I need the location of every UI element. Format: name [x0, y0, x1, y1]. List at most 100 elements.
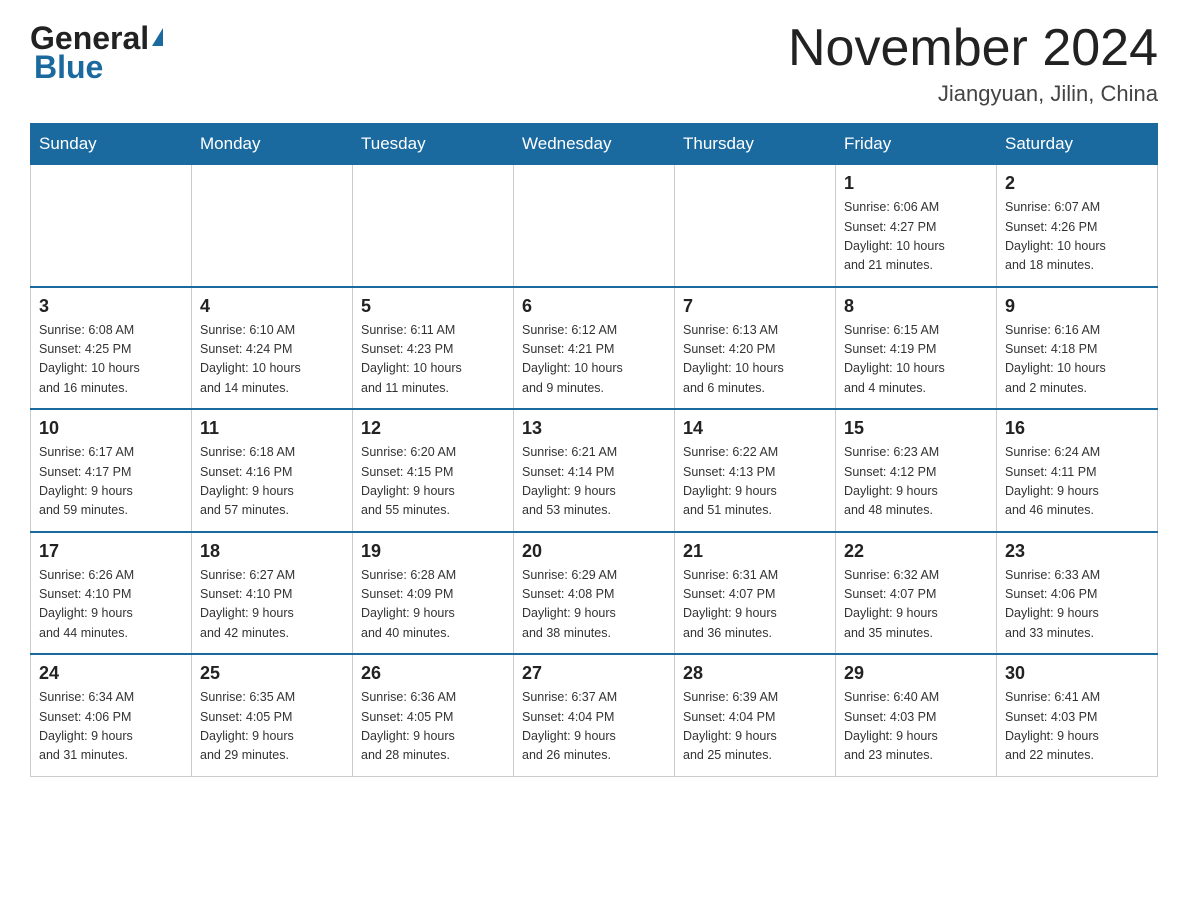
- calendar-cell: 11 Sunrise: 6:18 AMSunset: 4:16 PMDayligh…: [192, 409, 353, 532]
- calendar-cell: 21 Sunrise: 6:31 AMSunset: 4:07 PMDayligh…: [675, 532, 836, 655]
- weekday-header: Tuesday: [353, 124, 514, 165]
- calendar-cell: 24 Sunrise: 6:34 AMSunset: 4:06 PMDayligh…: [31, 654, 192, 776]
- day-info: Sunrise: 6:16 AMSunset: 4:18 PMDaylight:…: [1005, 321, 1149, 399]
- day-number: 12: [361, 418, 505, 439]
- calendar-cell: 22 Sunrise: 6:32 AMSunset: 4:07 PMDayligh…: [836, 532, 997, 655]
- day-number: 9: [1005, 296, 1149, 317]
- calendar-cell: 15 Sunrise: 6:23 AMSunset: 4:12 PMDayligh…: [836, 409, 997, 532]
- day-info: Sunrise: 6:28 AMSunset: 4:09 PMDaylight:…: [361, 566, 505, 644]
- calendar-cell: 13 Sunrise: 6:21 AMSunset: 4:14 PMDayligh…: [514, 409, 675, 532]
- day-number: 2: [1005, 173, 1149, 194]
- day-number: 11: [200, 418, 344, 439]
- day-number: 15: [844, 418, 988, 439]
- calendar-cell: 23 Sunrise: 6:33 AMSunset: 4:06 PMDayligh…: [997, 532, 1158, 655]
- day-number: 4: [200, 296, 344, 317]
- weekday-header: Monday: [192, 124, 353, 165]
- day-number: 19: [361, 541, 505, 562]
- day-number: 28: [683, 663, 827, 684]
- calendar-cell: 25Sunrise: 6:35 AMSunset: 4:05 PMDayligh…: [192, 654, 353, 776]
- day-info: Sunrise: 6:23 AMSunset: 4:12 PMDaylight:…: [844, 443, 988, 521]
- weekday-header: Sunday: [31, 124, 192, 165]
- calendar-cell: 10 Sunrise: 6:17 AMSunset: 4:17 PMDayligh…: [31, 409, 192, 532]
- location-subtitle: Jiangyuan, Jilin, China: [788, 81, 1158, 107]
- day-number: 23: [1005, 541, 1149, 562]
- day-info: Sunrise: 6:33 AMSunset: 4:06 PMDaylight:…: [1005, 566, 1149, 644]
- calendar-cell: 2Sunrise: 6:07 AMSunset: 4:26 PMDaylight…: [997, 165, 1158, 287]
- calendar-cell: 16Sunrise: 6:24 AMSunset: 4:11 PMDayligh…: [997, 409, 1158, 532]
- header: General Blue November 2024 Jiangyuan, Ji…: [30, 20, 1158, 107]
- day-number: 27: [522, 663, 666, 684]
- day-info: Sunrise: 6:08 AMSunset: 4:25 PMDaylight:…: [39, 321, 183, 399]
- calendar-cell: 20 Sunrise: 6:29 AMSunset: 4:08 PMDayligh…: [514, 532, 675, 655]
- calendar-cell: [514, 165, 675, 287]
- calendar-cell: 3 Sunrise: 6:08 AMSunset: 4:25 PMDaylight…: [31, 287, 192, 410]
- day-info: Sunrise: 6:06 AMSunset: 4:27 PMDaylight:…: [844, 198, 988, 276]
- day-info: Sunrise: 6:13 AMSunset: 4:20 PMDaylight:…: [683, 321, 827, 399]
- day-info: Sunrise: 6:37 AMSunset: 4:04 PMDaylight:…: [522, 688, 666, 766]
- calendar-cell: 5Sunrise: 6:11 AMSunset: 4:23 PMDaylight…: [353, 287, 514, 410]
- calendar-cell: [192, 165, 353, 287]
- calendar-cell: 7Sunrise: 6:13 AMSunset: 4:20 PMDaylight…: [675, 287, 836, 410]
- day-number: 17: [39, 541, 183, 562]
- weekday-header: Saturday: [997, 124, 1158, 165]
- calendar-cell: 18 Sunrise: 6:27 AMSunset: 4:10 PMDayligh…: [192, 532, 353, 655]
- day-number: 1: [844, 173, 988, 194]
- day-info: Sunrise: 6:27 AMSunset: 4:10 PMDaylight:…: [200, 566, 344, 644]
- weekday-header: Thursday: [675, 124, 836, 165]
- day-number: 3: [39, 296, 183, 317]
- day-number: 24: [39, 663, 183, 684]
- day-info: Sunrise: 6:32 AMSunset: 4:07 PMDaylight:…: [844, 566, 988, 644]
- day-info: Sunrise: 6:36 AMSunset: 4:05 PMDaylight:…: [361, 688, 505, 766]
- day-info: Sunrise: 6:18 AMSunset: 4:16 PMDaylight:…: [200, 443, 344, 521]
- day-info: Sunrise: 6:15 AMSunset: 4:19 PMDaylight:…: [844, 321, 988, 399]
- calendar-cell: 27 Sunrise: 6:37 AMSunset: 4:04 PMDayligh…: [514, 654, 675, 776]
- day-info: Sunrise: 6:29 AMSunset: 4:08 PMDaylight:…: [522, 566, 666, 644]
- logo: General Blue: [30, 20, 163, 86]
- day-number: 10: [39, 418, 183, 439]
- title-area: November 2024 Jiangyuan, Jilin, China: [788, 20, 1158, 107]
- day-number: 6: [522, 296, 666, 317]
- day-info: Sunrise: 6:22 AMSunset: 4:13 PMDaylight:…: [683, 443, 827, 521]
- calendar-cell: [31, 165, 192, 287]
- day-number: 22: [844, 541, 988, 562]
- day-info: Sunrise: 6:26 AMSunset: 4:10 PMDaylight:…: [39, 566, 183, 644]
- day-number: 29: [844, 663, 988, 684]
- calendar-cell: 14 Sunrise: 6:22 AMSunset: 4:13 PMDayligh…: [675, 409, 836, 532]
- calendar-cell: [353, 165, 514, 287]
- calendar-cell: 1 Sunrise: 6:06 AMSunset: 4:27 PMDaylight…: [836, 165, 997, 287]
- weekday-header: Friday: [836, 124, 997, 165]
- day-info: Sunrise: 6:21 AMSunset: 4:14 PMDaylight:…: [522, 443, 666, 521]
- day-info: Sunrise: 6:41 AMSunset: 4:03 PMDaylight:…: [1005, 688, 1149, 766]
- day-number: 18: [200, 541, 344, 562]
- day-number: 8: [844, 296, 988, 317]
- calendar-cell: 19 Sunrise: 6:28 AMSunset: 4:09 PMDayligh…: [353, 532, 514, 655]
- day-info: Sunrise: 6:20 AMSunset: 4:15 PMDaylight:…: [361, 443, 505, 521]
- calendar-cell: 26 Sunrise: 6:36 AMSunset: 4:05 PMDayligh…: [353, 654, 514, 776]
- calendar-cell: 12 Sunrise: 6:20 AMSunset: 4:15 PMDayligh…: [353, 409, 514, 532]
- day-info: Sunrise: 6:34 AMSunset: 4:06 PMDaylight:…: [39, 688, 183, 766]
- calendar-cell: 28Sunrise: 6:39 AMSunset: 4:04 PMDayligh…: [675, 654, 836, 776]
- day-number: 13: [522, 418, 666, 439]
- day-number: 21: [683, 541, 827, 562]
- calendar-cell: 4 Sunrise: 6:10 AMSunset: 4:24 PMDaylight…: [192, 287, 353, 410]
- logo-triangle-icon: [152, 28, 163, 46]
- day-info: Sunrise: 6:10 AMSunset: 4:24 PMDaylight:…: [200, 321, 344, 399]
- day-number: 20: [522, 541, 666, 562]
- day-info: Sunrise: 6:31 AMSunset: 4:07 PMDaylight:…: [683, 566, 827, 644]
- day-info: Sunrise: 6:17 AMSunset: 4:17 PMDaylight:…: [39, 443, 183, 521]
- month-title: November 2024: [788, 20, 1158, 77]
- day-number: 14: [683, 418, 827, 439]
- day-info: Sunrise: 6:11 AMSunset: 4:23 PMDaylight:…: [361, 321, 505, 399]
- weekday-header: Wednesday: [514, 124, 675, 165]
- calendar-cell: 29Sunrise: 6:40 AMSunset: 4:03 PMDayligh…: [836, 654, 997, 776]
- calendar-cell: 8 Sunrise: 6:15 AMSunset: 4:19 PMDaylight…: [836, 287, 997, 410]
- day-number: 16: [1005, 418, 1149, 439]
- calendar-cell: 6 Sunrise: 6:12 AMSunset: 4:21 PMDaylight…: [514, 287, 675, 410]
- calendar-table: SundayMondayTuesdayWednesdayThursdayFrid…: [30, 123, 1158, 777]
- day-number: 30: [1005, 663, 1149, 684]
- day-number: 26: [361, 663, 505, 684]
- calendar-cell: 9 Sunrise: 6:16 AMSunset: 4:18 PMDaylight…: [997, 287, 1158, 410]
- day-info: Sunrise: 6:35 AMSunset: 4:05 PMDaylight:…: [200, 688, 344, 766]
- calendar-cell: [675, 165, 836, 287]
- day-info: Sunrise: 6:12 AMSunset: 4:21 PMDaylight:…: [522, 321, 666, 399]
